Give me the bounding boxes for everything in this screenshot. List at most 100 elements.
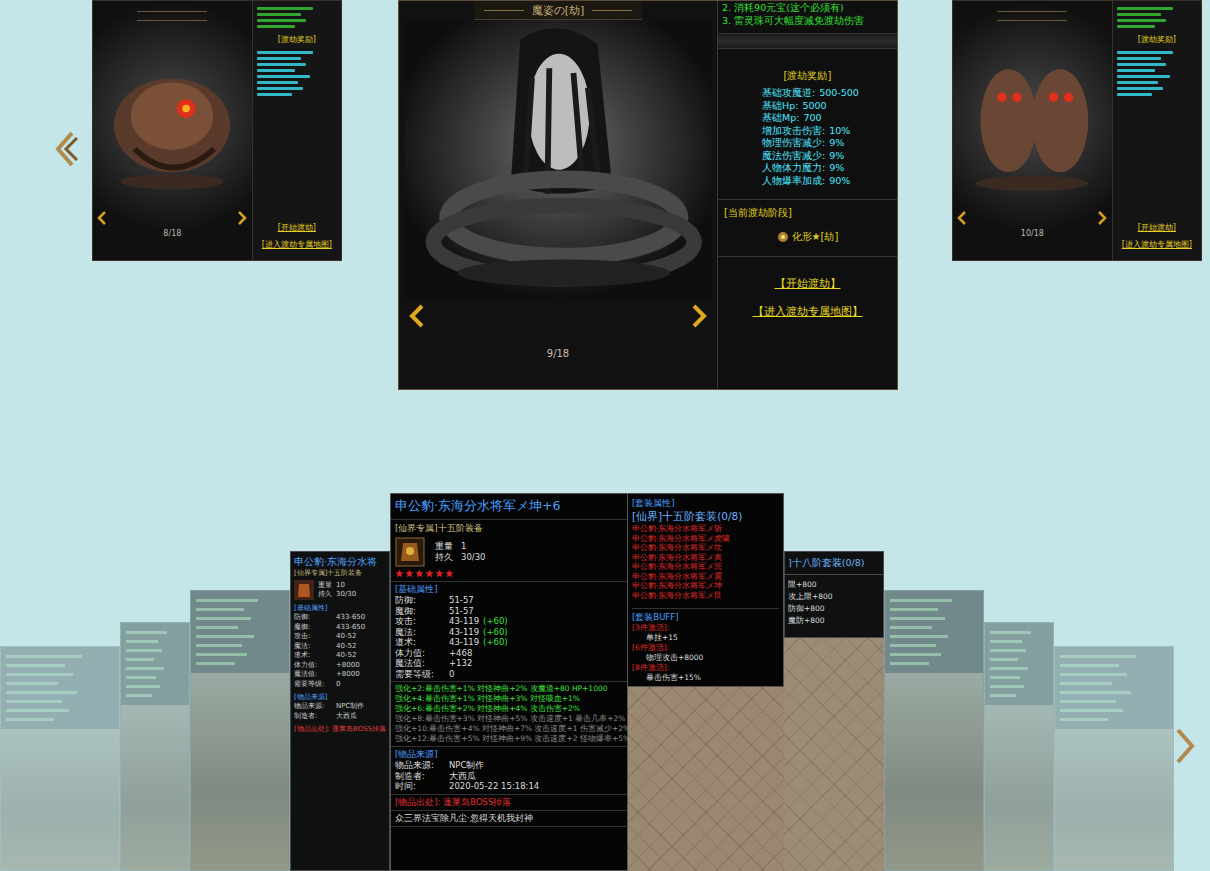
next-page-icon[interactable] — [237, 211, 247, 225]
note-line: 3. 雷灵珠可大幅度减免渡劫伤害 — [722, 14, 893, 27]
trial-notes: 2. 消耗90元宝(这个必须有)3. 雷灵珠可大幅度减免渡劫伤害 — [718, 1, 897, 27]
divider — [718, 256, 897, 257]
enhance-line: 强化+6:暴击伤害+2% 对怪神曲+4% 攻击伤害+2% — [395, 704, 623, 714]
reward-row: 物理伤害减少:9% — [762, 137, 897, 150]
set-buff: [3件激活]:单挂+15 — [632, 623, 779, 643]
attribute-row: 魔法值:+132 — [395, 658, 623, 669]
prev-page-icon[interactable] — [408, 304, 426, 328]
reward-row: 基础Hp:5000 — [762, 100, 897, 113]
text-line — [6, 700, 62, 703]
source-row: 制造者:大西瓜 — [395, 771, 623, 782]
equipment-card[interactable] — [0, 646, 120, 871]
reward-title: [渡劫奖励] — [257, 34, 337, 45]
equipment-card[interactable] — [1054, 646, 1174, 871]
set-title: [仙界]十五阶套装(0/8) — [632, 509, 779, 524]
trial-button[interactable]: 【开始渡劫】 — [775, 277, 841, 291]
equipment-card[interactable] — [190, 590, 290, 871]
text-line — [196, 608, 244, 611]
armor-icon — [294, 580, 314, 600]
enhance-line: 强化+10:暴击伤害+4% 对怪神曲+7% 攻击速度+1 伤害减少+2% — [395, 724, 623, 734]
trial-button[interactable]: [开始渡劫] — [1138, 222, 1176, 233]
text-line — [1117, 69, 1156, 72]
trial-card[interactable]: 10/18 [渡劫奖励] [开始渡劫][进入渡劫专属地图] — [952, 0, 1202, 261]
text-line — [890, 662, 929, 665]
text-line — [1117, 63, 1167, 66]
equipment-card[interactable] — [120, 622, 190, 871]
text-line — [257, 19, 307, 22]
text-line — [196, 617, 251, 620]
text-line — [990, 640, 1022, 643]
game-scene — [885, 673, 983, 870]
text-line — [1117, 51, 1173, 54]
item-title: 申公豹·东海分水将 — [294, 555, 386, 568]
set-item: 申公豹·东海分水将军メ坤 — [632, 581, 779, 591]
text-line — [6, 682, 58, 685]
reward-list: 基础攻魔道:500-500基础Hp:5000基础Mp:700增加攻击伤害:10%… — [718, 87, 897, 187]
section-title: [物品来源] — [294, 692, 386, 702]
trial-card-main[interactable]: 魔姿の[劫] 9/18 2. 消耗90元宝(这个必须有)3. 雷灵珠可大幅度减免… — [398, 0, 898, 390]
equipment-card[interactable]: 申公豹·东海分水将军メ坤+6 [仙界专属]十五阶装备 重量1持久30/30 [基… — [390, 493, 784, 871]
prev-page-icon[interactable] — [97, 211, 107, 225]
set-item: 申公豹·东海分水将军メ离 — [632, 553, 779, 563]
trial-card[interactable]: 8/18 [渡劫奖励] [开始渡劫] [进入渡劫专属地图] — [92, 0, 342, 261]
badge-icon — [777, 231, 789, 243]
next-arrow-icon[interactable] — [1172, 727, 1198, 765]
next-page-icon[interactable] — [690, 304, 708, 328]
reward-row: 基础攻魔道:500-500 — [762, 87, 897, 100]
reward-row: 魔法伤害减少:9% — [762, 150, 897, 163]
divider — [718, 199, 897, 200]
prev-page-icon[interactable] — [957, 211, 967, 225]
text-line — [196, 644, 242, 647]
text-line — [257, 13, 301, 16]
game-scene — [1, 729, 119, 870]
text-line — [126, 685, 160, 688]
equipment-carousel: 申公豹·东海分水将 [仙界专属]十五阶装备 重量10持久30/30 [基础属性]… — [0, 390, 1210, 871]
star-rating — [391, 569, 627, 582]
text-line — [990, 649, 1026, 652]
text-line — [990, 694, 1016, 697]
meta-row: 持久30/30 — [435, 552, 486, 563]
attribute-row: 需要等级:0 — [294, 680, 386, 690]
item-tooltip: 申公豹·东海分水将 [仙界专属]十五阶装备 重量10持久30/30 [基础属性]… — [290, 551, 390, 871]
set-item: 申公豹·东海分水将军メ虎啸 — [632, 534, 779, 544]
trial-button[interactable]: [开始渡劫] — [278, 222, 316, 233]
text-line — [126, 640, 158, 643]
monster-icon — [957, 21, 1107, 211]
reward-title: [渡劫奖励] — [718, 69, 897, 83]
faded-tooltip — [120, 622, 190, 871]
star-icon — [435, 569, 444, 578]
text-line — [6, 709, 69, 712]
trial-info-panel: 2. 消耗90元宝(这个必须有)3. 雷灵珠可大幅度减免渡劫伤害 [渡劫奖励] … — [717, 1, 897, 389]
text-line — [257, 93, 292, 96]
set-buff: 魔防+800 — [788, 615, 880, 627]
equipment-card[interactable]: ]十八阶套装(0/8) 限+800攻上限+800防御+800魔防+800 — [784, 551, 884, 871]
trial-button[interactable]: [进入渡劫专属地图] — [1122, 239, 1192, 250]
equipment-card[interactable]: 申公豹·东海分水将 [仙界专属]十五阶装备 重量10持久30/30 [基础属性]… — [290, 551, 390, 871]
trial-button[interactable]: 【进入渡劫专属地图】 — [753, 305, 863, 319]
game-scene — [985, 705, 1053, 870]
monster-portrait: 8/18 — [93, 1, 252, 260]
source-row: 时间:2020-05-22 15:18:14 — [395, 781, 623, 792]
item-motto: 众三界法宝除凡尘·忽得天机我封神 — [395, 813, 623, 824]
item-origin: [物品出处]: 蓬莱岛BOSS掉落 — [395, 797, 623, 808]
text-line — [257, 63, 307, 66]
equipment-card[interactable] — [884, 590, 984, 871]
star-icon — [445, 569, 454, 578]
text-line — [196, 662, 235, 665]
item-title: 申公豹·东海分水将军メ坤+6 — [391, 494, 627, 520]
attribute-row: 防御:433-650 — [294, 613, 386, 623]
text-line — [257, 81, 299, 84]
text-line — [196, 626, 238, 629]
text-line — [1117, 19, 1167, 22]
section-title: [基础属性] — [294, 603, 386, 613]
game-scene — [191, 673, 289, 870]
source-row: 物品来源:NPC制作 — [395, 760, 623, 771]
prev-arrow-icon[interactable] — [52, 130, 78, 168]
reward-title: [渡劫奖励] — [1117, 34, 1197, 45]
equipment-card[interactable] — [984, 622, 1054, 871]
text-line — [990, 667, 1028, 670]
title-banner: 魔姿の[劫] — [474, 1, 643, 20]
meta-row: 重量1 — [435, 541, 486, 552]
trial-button[interactable]: [进入渡劫专属地图] — [262, 239, 332, 250]
next-page-icon[interactable] — [1097, 211, 1107, 225]
